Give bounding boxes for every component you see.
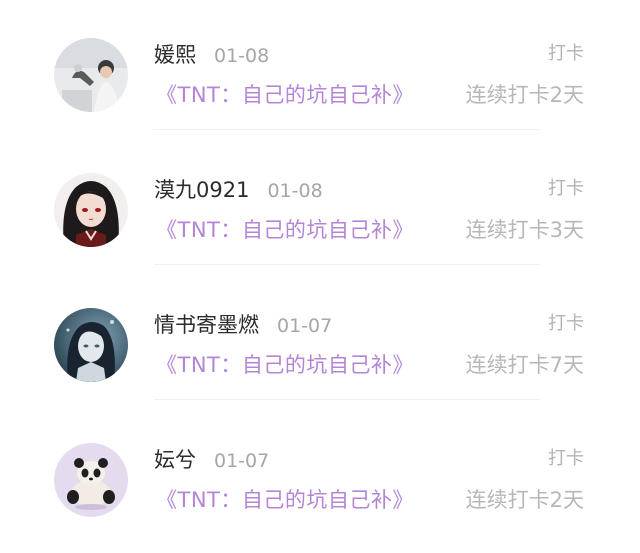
username-text: 漠九0921	[154, 178, 250, 202]
person-photo-avatar-icon	[54, 38, 128, 112]
topic-link[interactable]: 《TNT：自己的坑自己补》	[156, 490, 414, 511]
username-text: 情书寄墨燃	[154, 313, 259, 337]
checkin-list: 媛熙 01-08 打卡 《TNT：自己的坑自己补》 连续打卡2天 漠九0921 01…	[0, 0, 640, 553]
username[interactable]: 情书寄墨燃 01-07	[154, 315, 332, 336]
avatar[interactable]	[54, 308, 128, 382]
list-item[interactable]: 漠九0921 01-08 打卡 《TNT：自己的坑自己补》 连续打卡3天	[0, 135, 640, 270]
streak-text: 连续打卡7天	[465, 353, 584, 377]
checkin-date: 01-08	[267, 180, 323, 202]
divider	[154, 399, 540, 400]
avatar[interactable]	[54, 443, 128, 517]
username[interactable]: 漠九0921 01-08	[154, 180, 323, 201]
username[interactable]: 媛熙 01-08	[154, 45, 269, 66]
streak-text: 连续打卡2天	[465, 488, 584, 512]
divider	[154, 264, 540, 265]
list-item[interactable]: 媛熙 01-08 打卡 《TNT：自己的坑自己补》 连续打卡2天	[0, 0, 640, 135]
list-item[interactable]: 妘兮 01-07 打卡 《TNT：自己的坑自己补》 连续打卡2天	[0, 405, 640, 540]
streak-text: 连续打卡3天	[465, 218, 584, 242]
username-text: 妘兮	[154, 448, 196, 472]
list-item[interactable]: 情书寄墨燃 01-07 打卡 《TNT：自己的坑自己补》 连续打卡7天	[0, 270, 640, 405]
anime-character-avatar-icon	[54, 173, 128, 247]
checkin-action-label: 打卡	[548, 43, 584, 64]
topic-link[interactable]: 《TNT：自己的坑自己补》	[156, 220, 414, 241]
streak-text: 连续打卡2天	[465, 83, 584, 107]
topic-link[interactable]: 《TNT：自己的坑自己补》	[156, 85, 414, 106]
topic-link[interactable]: 《TNT：自己的坑自己补》	[156, 355, 414, 376]
checkin-action-label: 打卡	[548, 448, 584, 469]
avatar[interactable]	[54, 173, 128, 247]
illustrated-character-avatar-icon	[54, 308, 128, 382]
checkin-date: 01-08	[214, 45, 270, 67]
username-text: 媛熙	[154, 43, 196, 67]
checkin-action-label: 打卡	[548, 178, 584, 199]
checkin-date: 01-07	[214, 450, 270, 472]
avatar[interactable]	[54, 38, 128, 112]
checkin-date: 01-07	[277, 315, 333, 337]
username[interactable]: 妘兮 01-07	[154, 450, 269, 471]
panda-avatar-icon	[54, 443, 128, 517]
divider	[154, 129, 540, 130]
checkin-action-label: 打卡	[548, 313, 584, 334]
